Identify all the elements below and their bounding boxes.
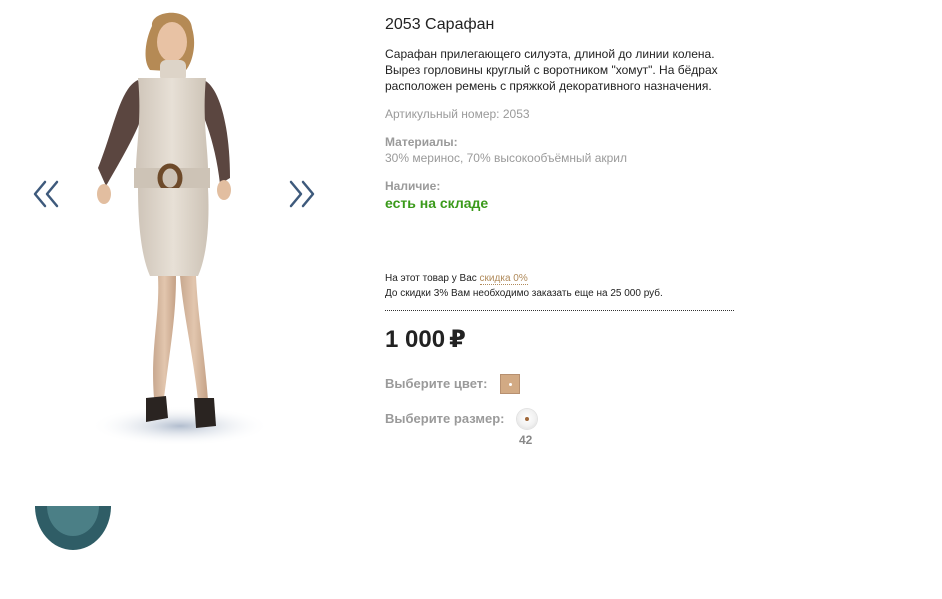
materials-value: 30% меринос, 70% высокообъёмный акрил [385, 151, 628, 165]
color-option-label: Выберите цвет: [385, 376, 488, 391]
model-illustration [90, 12, 270, 446]
product-title: 2053 Сарафан [385, 16, 495, 33]
next-image-button[interactable] [284, 176, 318, 212]
double-chevron-right-icon [289, 180, 315, 208]
radio-dot-icon [525, 417, 529, 421]
discount-link[interactable]: скидка 0% [479, 273, 528, 285]
product-info: 2053 Сарафан Сарафан прилегающего силуэт… [385, 14, 745, 212]
size-radio-42[interactable] [517, 409, 537, 429]
availability-label: Наличие: [385, 179, 441, 193]
product-price: 1 000 ₽ [385, 324, 466, 356]
size-value: 42 [519, 433, 533, 447]
price-amount: 1 000 [385, 326, 446, 353]
size-option-label: Выберите размер: [385, 411, 505, 426]
divider [385, 310, 734, 311]
materials-label: Материалы: [385, 135, 458, 149]
availability-status: есть на складе [385, 195, 489, 211]
thumbnail-image [35, 506, 111, 550]
double-chevron-left-icon [33, 180, 59, 208]
prev-image-button[interactable] [30, 176, 64, 212]
color-swatch[interactable] [500, 374, 520, 394]
ruble-icon: ₽ [449, 326, 466, 353]
discount-line-next: До скидки 3% Вам необходимо заказать еще… [385, 288, 663, 299]
discount-prefix: На этот товар у Вас [385, 273, 477, 284]
thumbnail-partial[interactable] [33, 506, 113, 552]
selected-dot-icon [509, 383, 512, 386]
product-photo[interactable] [80, 8, 280, 458]
product-page: 2053 Сарафан Сарафан прилегающего силуэт… [0, 0, 942, 599]
product-description: Сарафан прилегающего силуэта, длиной до … [385, 47, 718, 93]
discount-info: На этот товар у Вас скидка 0% До скидки … [385, 271, 735, 311]
article-number: Артикульный номер: 2053 [385, 107, 530, 121]
discount-line-current: На этот товар у Вас скидка 0% [385, 271, 735, 286]
product-gallery [0, 0, 360, 599]
